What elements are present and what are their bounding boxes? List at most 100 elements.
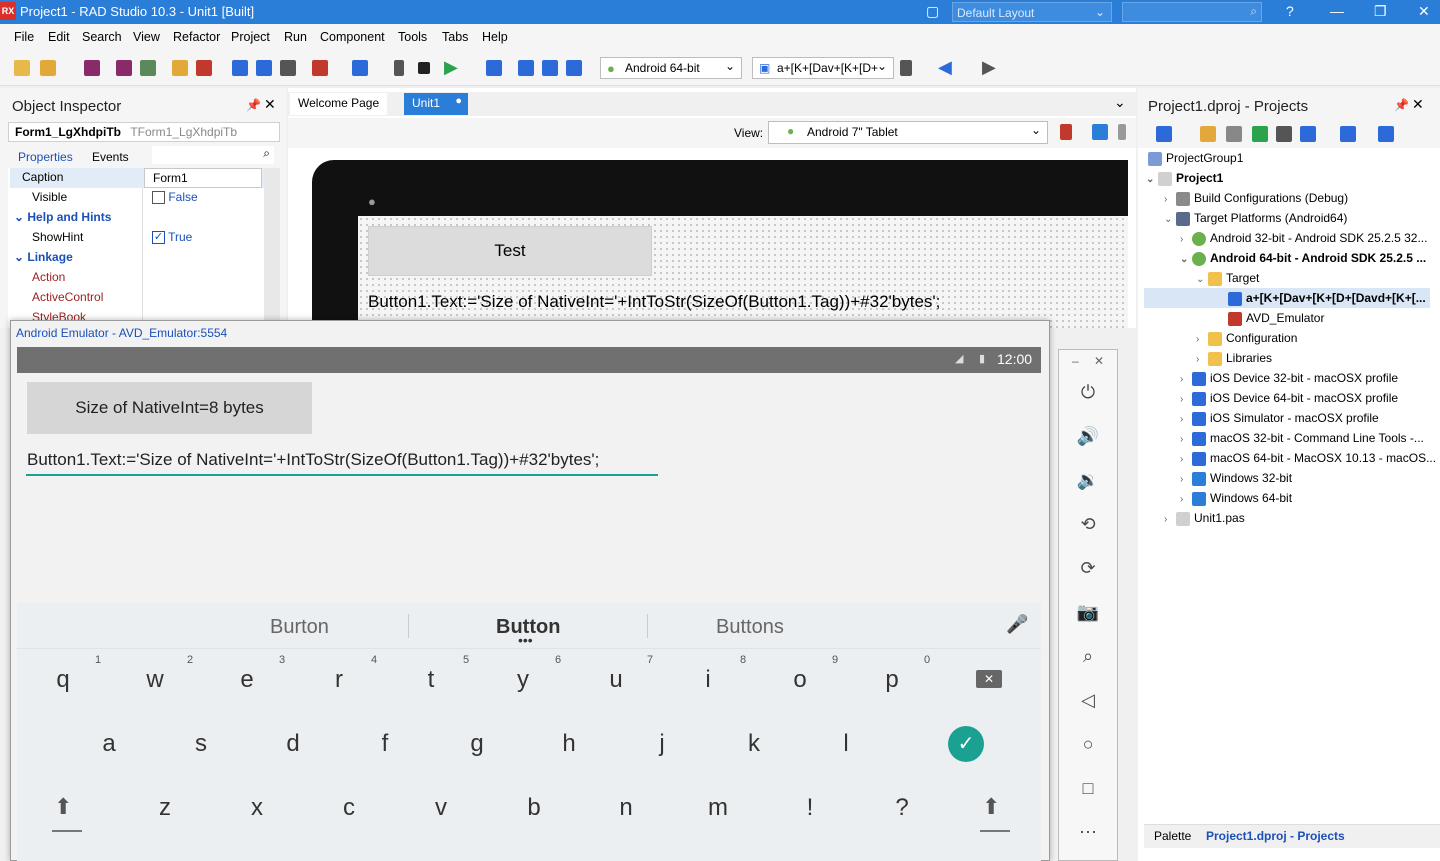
- menu-refactor[interactable]: Refactor: [173, 30, 220, 44]
- key-h[interactable]: h: [549, 730, 589, 758]
- view-unit-icon[interactable]: [232, 60, 248, 76]
- suggestion-1[interactable]: Burton: [270, 616, 329, 639]
- tree-ios-device32[interactable]: › iOS Device 32-bit - macOSX profile: [1180, 368, 1398, 388]
- key-b[interactable]: b: [514, 794, 554, 822]
- view-combo[interactable]: ● Android 7" Tablet ⌄: [768, 121, 1048, 144]
- key-s[interactable]: s: [181, 730, 221, 758]
- remove-icon[interactable]: [196, 60, 212, 76]
- back-icon[interactable]: ◁: [1076, 690, 1100, 714]
- menu-run[interactable]: Run: [284, 30, 307, 44]
- menu-component[interactable]: Component: [320, 30, 385, 44]
- tree-projectgroup1[interactable]: ProjectGroup1: [1148, 148, 1243, 168]
- caption-value-input[interactable]: Form1: [144, 168, 262, 188]
- target-combo[interactable]: ▣ a+[K+[Dav+[K+[D+ ⌄: [752, 57, 894, 79]
- key-c[interactable]: c: [329, 794, 369, 822]
- key-j[interactable]: j: [642, 730, 682, 758]
- activate-icon[interactable]: [1156, 126, 1172, 142]
- menu-file[interactable]: File: [14, 30, 34, 44]
- showhint-checkbox[interactable]: ✓: [152, 231, 165, 245]
- prop-action-name[interactable]: Action: [32, 270, 302, 290]
- key-m[interactable]: m: [698, 794, 738, 822]
- close-icon[interactable]: ✕: [1412, 96, 1424, 113]
- property-search-input[interactable]: ⌕: [152, 146, 274, 164]
- group-linkage[interactable]: ⌄ Linkage: [14, 250, 73, 264]
- open-project-icon[interactable]: [172, 60, 188, 76]
- tree-android32[interactable]: › Android 32-bit - Android SDK 25.2.5 32.…: [1180, 228, 1427, 248]
- power-icon[interactable]: ⏻: [1076, 382, 1100, 406]
- chevron-down-icon[interactable]: ⌄: [1114, 94, 1126, 111]
- platform-combo[interactable]: ● Android 64-bit ⌄: [600, 57, 742, 79]
- zoom-icon[interactable]: ⌕: [1076, 646, 1100, 670]
- close-icon[interactable]: ✕: [1094, 354, 1104, 368]
- tree-windows64[interactable]: › Windows 64-bit: [1180, 488, 1292, 508]
- new-form-icon[interactable]: [312, 60, 328, 76]
- tree-build-configurations[interactable]: › Build Configurations (Debug): [1164, 188, 1348, 208]
- pin-icon[interactable]: 📌: [246, 98, 261, 112]
- design-edit-field[interactable]: Button1.Text:='Size of NativeInt='+IntTo…: [368, 292, 940, 312]
- tree-libraries[interactable]: › Libraries: [1196, 348, 1272, 368]
- key-y[interactable]: y: [503, 666, 543, 694]
- save-as-icon[interactable]: [140, 60, 156, 76]
- key-a[interactable]: a: [89, 730, 129, 758]
- visible-checkbox[interactable]: [152, 191, 165, 205]
- view-icon[interactable]: [1378, 126, 1394, 142]
- pause-icon[interactable]: [394, 60, 404, 76]
- minimize-icon[interactable]: –: [1072, 354, 1079, 368]
- camera-icon[interactable]: 📷: [1076, 602, 1100, 626]
- menu-edit[interactable]: Edit: [48, 30, 70, 44]
- tree-project1[interactable]: ⌄ Project1: [1146, 168, 1223, 188]
- desktop-layout-icon[interactable]: ▢: [926, 3, 939, 20]
- tab-properties[interactable]: Properties: [18, 150, 73, 164]
- help-icon[interactable]: ?: [1286, 3, 1294, 19]
- menu-help[interactable]: Help: [482, 30, 508, 44]
- menu-search[interactable]: Search: [82, 30, 122, 44]
- tree-target-device[interactable]: a+[K+[Dav+[K+[D+[Davd+[K+[...: [1228, 288, 1426, 308]
- key-k[interactable]: k: [734, 730, 774, 758]
- save-all-icon[interactable]: [116, 60, 132, 76]
- add-new-icon[interactable]: [1200, 126, 1216, 142]
- minimize-icon[interactable]: —: [1330, 3, 1344, 19]
- tab-palette[interactable]: Palette: [1154, 829, 1191, 843]
- restore-icon[interactable]: ❐: [1374, 3, 1387, 20]
- key-r[interactable]: r: [319, 666, 359, 694]
- menu-tools[interactable]: Tools: [398, 30, 427, 44]
- pin-icon[interactable]: 📌: [1394, 98, 1409, 112]
- volume-up-icon[interactable]: 🔊: [1076, 426, 1100, 450]
- key-f[interactable]: f: [365, 730, 405, 758]
- tree-ios-simulator[interactable]: › iOS Simulator - macOSX profile: [1180, 408, 1379, 428]
- done-check-icon[interactable]: ✓: [948, 726, 984, 762]
- key-q[interactable]: q: [43, 666, 83, 694]
- close-icon[interactable]: ✕: [1418, 3, 1430, 20]
- key-z[interactable]: z: [145, 794, 185, 822]
- tree-macos64[interactable]: › macOS 64-bit - MacOSX 10.13 - macOS...: [1180, 448, 1436, 468]
- prop-activecontrol-name[interactable]: ActiveControl: [32, 290, 302, 310]
- sort-icon[interactable]: [1340, 126, 1356, 142]
- shift-left-icon[interactable]: ⬆: [54, 794, 72, 820]
- tab-events[interactable]: Events: [92, 150, 129, 164]
- shift-right-icon[interactable]: ⬆: [982, 794, 1000, 820]
- suggestion-3[interactable]: Buttons: [716, 616, 784, 639]
- step-over-icon[interactable]: [518, 60, 534, 76]
- add-existing-icon[interactable]: [1226, 126, 1242, 142]
- key-e[interactable]: e: [227, 666, 267, 694]
- stop-icon[interactable]: [418, 62, 430, 74]
- key-p[interactable]: p: [872, 666, 912, 694]
- menu-view[interactable]: View: [133, 30, 160, 44]
- ide-search-input[interactable]: ⌕: [1122, 2, 1262, 22]
- app-edit-field[interactable]: Button1.Text:='Size of NativeInt='+IntTo…: [27, 450, 599, 470]
- new-icon[interactable]: [14, 60, 30, 76]
- layout-combo[interactable]: Default Layout ⌄: [952, 2, 1112, 22]
- component-selector[interactable]: Form1_LgXhdpiTb TForm1_LgXhdpiTb: [8, 122, 280, 142]
- key-exclamation[interactable]: !: [790, 794, 830, 822]
- menu-project[interactable]: Project: [231, 30, 270, 44]
- tree-macos32[interactable]: › macOS 32-bit - Command Line Tools -...: [1180, 428, 1424, 448]
- toggle-form-icon[interactable]: [280, 60, 296, 76]
- tab-welcome-page[interactable]: Welcome Page: [290, 93, 388, 115]
- key-v[interactable]: v: [421, 794, 461, 822]
- sync-icon[interactable]: [1252, 126, 1268, 142]
- back-arrow-icon[interactable]: ◀: [938, 57, 952, 78]
- design-test-button[interactable]: Test: [368, 226, 652, 276]
- prop-showhint-value[interactable]: ✓ True: [152, 230, 192, 245]
- key-question[interactable]: ?: [882, 794, 922, 822]
- trace-line-icon[interactable]: [542, 60, 558, 76]
